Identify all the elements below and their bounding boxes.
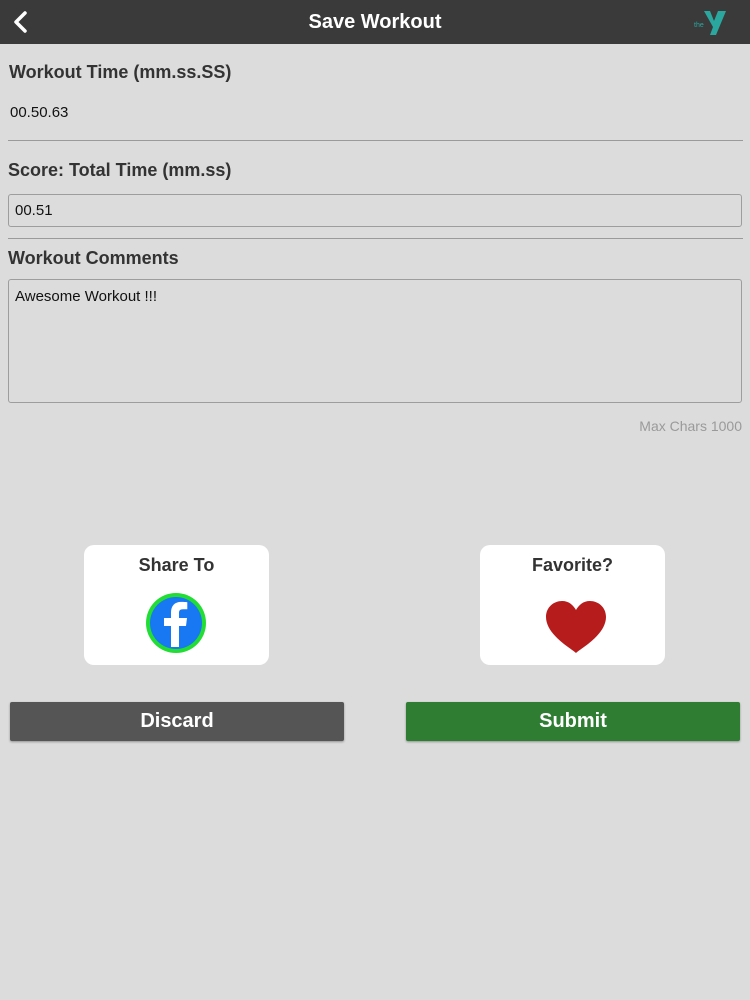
facebook-icon (146, 593, 206, 653)
comments-textarea[interactable]: Awesome Workout !!! (8, 279, 742, 403)
workout-time-label: Workout Time (mm.ss.SS) (9, 62, 232, 82)
heart-icon (546, 601, 606, 653)
share-facebook-card[interactable]: Share To (84, 545, 269, 665)
divider (8, 140, 743, 141)
comments-label: Workout Comments (8, 248, 179, 268)
workout-time-value: 00.50.63 (10, 104, 69, 121)
favorite-label: Favorite? (531, 555, 614, 575)
score-label: Score: Total Time (mm.ss) (8, 160, 232, 180)
logo-text: the (694, 22, 704, 29)
discard-button[interactable]: Discard (10, 702, 344, 741)
ymca-logo-icon: the (694, 7, 728, 37)
page-title: Save Workout (308, 11, 442, 33)
submit-button[interactable]: Submit (406, 702, 740, 741)
divider (8, 238, 743, 239)
max-chars-hint: Max Chars 1000 (639, 418, 742, 434)
top-bar: Save Workout the (0, 0, 750, 44)
score-input[interactable] (8, 194, 742, 227)
favorite-card[interactable]: Favorite? (480, 545, 665, 665)
share-label: Share To (138, 555, 215, 575)
